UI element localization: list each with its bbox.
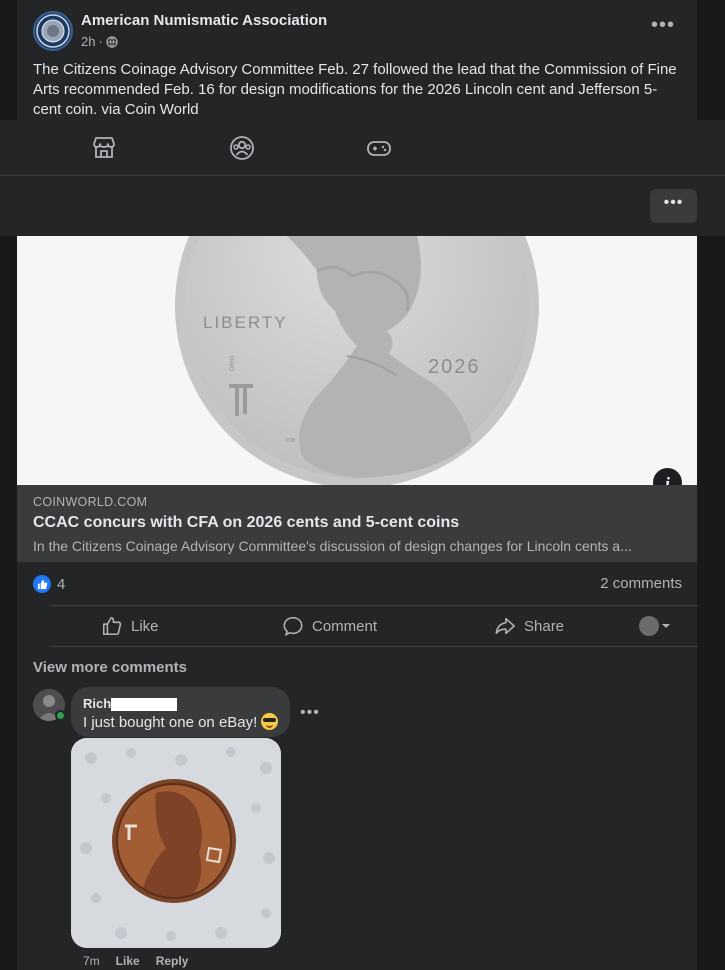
page-name[interactable]: American Numismatic Association xyxy=(81,12,327,29)
comment-text: I just bought one on eBay! xyxy=(83,713,279,731)
coin-liberty-text: LIBERTY xyxy=(203,313,288,332)
coin-initials-text: VDB xyxy=(285,438,296,444)
comment-bubble: Rich I just bought one on eBay! xyxy=(71,687,290,737)
post-text: The Citizens Coinage Advisory Committee … xyxy=(33,61,677,118)
sunglasses-emoji-icon xyxy=(261,713,279,730)
commenter-name[interactable]: Rich xyxy=(83,696,111,711)
top-nav-bar xyxy=(0,120,725,176)
like-reaction-icon xyxy=(33,575,51,593)
like-button[interactable]: Like xyxy=(101,606,159,646)
coin-year-text: 2026 xyxy=(428,356,481,378)
post-header: American Numismatic Association 2h · •••… xyxy=(17,0,697,120)
comment-button[interactable]: Comment xyxy=(282,606,377,646)
gaming-icon[interactable] xyxy=(365,134,393,162)
comment-count[interactable]: 2 comments xyxy=(600,575,682,592)
post-time[interactable]: 2h xyxy=(81,34,95,49)
link-description: In the Citizens Coinage Advisory Committ… xyxy=(33,538,632,554)
comment-more-button[interactable]: ••• xyxy=(300,704,320,722)
coin-image: LIBERTY 2026 ORIG VDB xyxy=(175,236,539,485)
divider xyxy=(50,646,698,647)
like-label: Like xyxy=(131,617,159,635)
post-meta: 2h · xyxy=(81,34,118,49)
view-more-comments[interactable]: View more comments xyxy=(33,659,187,676)
comment-text-content: I just bought one on eBay! xyxy=(83,714,258,731)
share-button[interactable]: Share xyxy=(494,606,564,646)
comment-label: Comment xyxy=(312,617,378,635)
user-avatar xyxy=(639,616,659,636)
comment-photo[interactable] xyxy=(71,738,281,948)
link-preview-image[interactable]: LIBERTY 2026 ORIG VDB xyxy=(17,236,697,485)
share-label: Share xyxy=(524,617,565,635)
reaction-summary[interactable]: 4 xyxy=(33,573,65,595)
meta-separator: · xyxy=(98,34,103,49)
thumbs-up-icon xyxy=(102,616,122,636)
online-status-icon xyxy=(55,710,66,721)
link-meta[interactable]: COINWORLD.COM CCAC concurs with CFA on 2… xyxy=(17,485,697,562)
share-icon xyxy=(495,617,515,635)
like-count: 4 xyxy=(57,575,66,593)
comment-footer: 7m Like Reply xyxy=(83,954,188,968)
groups-icon[interactable] xyxy=(228,134,256,162)
comment-reply-button[interactable]: Reply xyxy=(156,954,189,968)
chevron-down-icon xyxy=(662,624,670,628)
comment-icon xyxy=(283,616,303,637)
post-more-button[interactable]: ••• xyxy=(649,15,677,40)
audience-selector[interactable] xyxy=(639,616,671,636)
comment-like-button[interactable]: Like xyxy=(116,954,140,968)
page-avatar[interactable] xyxy=(33,11,73,51)
link-domain: COINWORLD.COM xyxy=(33,495,148,509)
penny-photo xyxy=(71,738,281,948)
globe-icon[interactable] xyxy=(106,35,118,48)
secondary-bar xyxy=(0,176,725,236)
ana-logo-icon xyxy=(36,14,70,48)
action-row: Like Comment Share xyxy=(33,606,681,646)
marketplace-icon[interactable] xyxy=(90,134,118,162)
more-button[interactable]: ••• xyxy=(650,189,697,223)
link-title[interactable]: CCAC concurs with CFA on 2026 cents and … xyxy=(33,514,459,532)
redacted-surname xyxy=(111,698,177,711)
comment-time[interactable]: 7m xyxy=(83,954,100,968)
coin-mint-text: ORIG xyxy=(230,355,236,371)
